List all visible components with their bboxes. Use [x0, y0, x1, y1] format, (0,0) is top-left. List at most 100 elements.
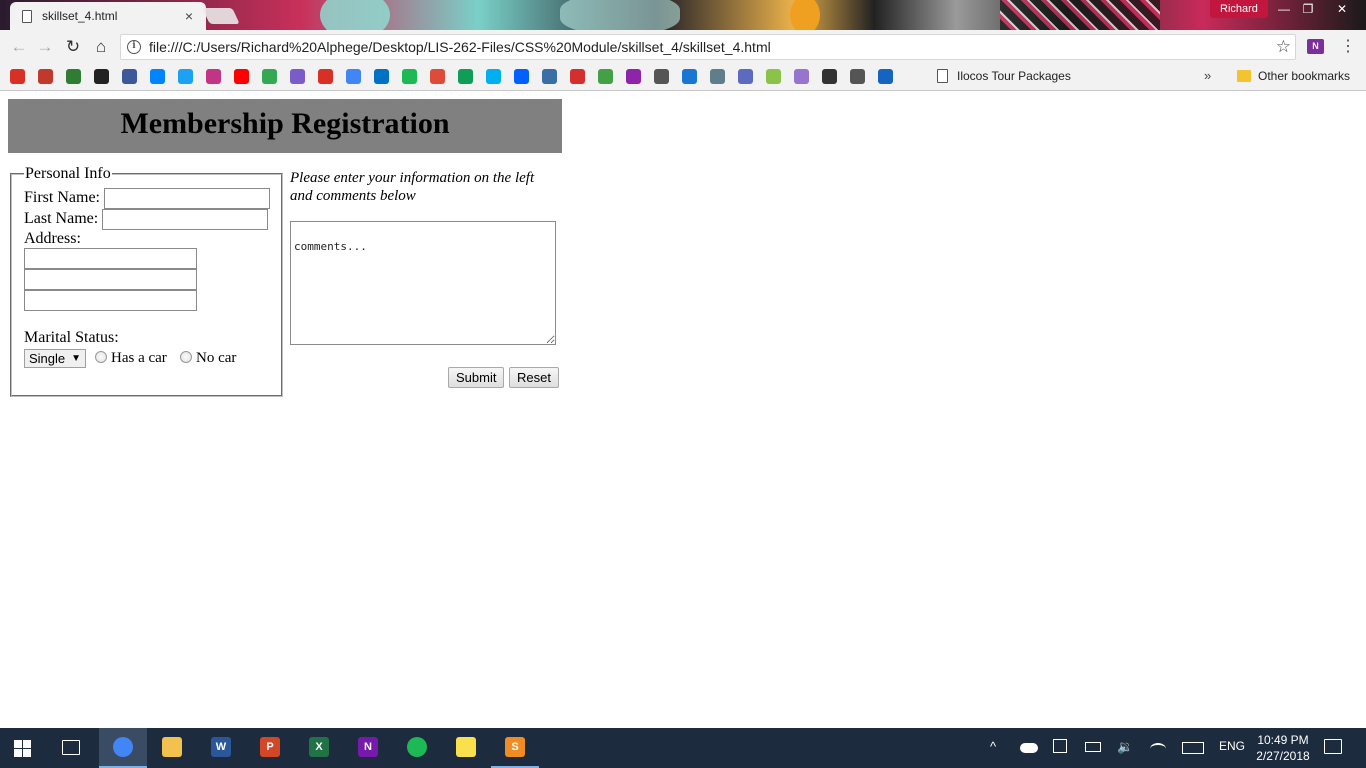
- taskbar-sticky-notes[interactable]: [442, 728, 490, 768]
- address-bar[interactable]: i file:///C:/Users/Richard%20Alphege/Des…: [120, 34, 1296, 60]
- bookmark-23-icon[interactable]: [626, 69, 641, 84]
- skype-icon[interactable]: [486, 69, 501, 84]
- address-line-3-input[interactable]: [24, 290, 197, 311]
- reset-button[interactable]: Reset: [509, 367, 559, 388]
- info-icon[interactable]: i: [127, 40, 141, 54]
- page-icon[interactable]: [654, 69, 669, 84]
- facebook-icon[interactable]: [122, 69, 137, 84]
- first-name-label: First Name:: [24, 189, 100, 206]
- bookmark-11-icon[interactable]: [290, 69, 305, 84]
- wifi-icon[interactable]: [1150, 743, 1166, 755]
- task-view-icon[interactable]: [62, 740, 80, 755]
- language-indicator[interactable]: ENG: [1219, 739, 1245, 753]
- taskbar-chrome[interactable]: [99, 728, 147, 768]
- file-explorer-icon: [162, 737, 182, 757]
- bookmark-2-icon[interactable]: [38, 69, 53, 84]
- forward-button[interactable]: →: [34, 36, 56, 58]
- back-button[interactable]: ←: [8, 36, 30, 58]
- bookmark-31-icon[interactable]: [850, 69, 865, 84]
- marital-status-select[interactable]: Single ▼: [24, 349, 86, 368]
- mail-icon[interactable]: [318, 69, 333, 84]
- address-line-2-input[interactable]: [24, 269, 197, 290]
- new-tab-button[interactable]: [202, 8, 240, 24]
- powerpoint-icon: P: [260, 737, 280, 757]
- twitter-icon[interactable]: [178, 69, 193, 84]
- outlook-icon[interactable]: [374, 69, 389, 84]
- taskbar-file-explorer[interactable]: [148, 728, 196, 768]
- shield-icon[interactable]: [682, 69, 697, 84]
- youtube-icon[interactable]: [234, 69, 249, 84]
- dropbox-icon[interactable]: [514, 69, 529, 84]
- close-window-button[interactable]: ✕: [1326, 0, 1358, 18]
- notifications-icon[interactable]: [1324, 739, 1342, 754]
- google-photos-icon[interactable]: [262, 69, 277, 84]
- tray-chevron-icon[interactable]: ^: [990, 739, 996, 754]
- bookmark-28-icon[interactable]: [766, 69, 781, 84]
- bookmarks-bar: Ilocos Tour Packages » Other bookmarks: [0, 63, 1366, 91]
- address-line-1-input[interactable]: [24, 248, 197, 269]
- instagram-icon[interactable]: [206, 69, 221, 84]
- wallpaper-art: [1000, 0, 1160, 30]
- submit-button[interactable]: Submit: [448, 367, 505, 388]
- bookmark-30-icon[interactable]: [822, 69, 837, 84]
- taskbar-word[interactable]: W: [197, 728, 245, 768]
- keyboard-icon[interactable]: [1182, 742, 1204, 754]
- profile-button[interactable]: Richard: [1210, 0, 1268, 18]
- onedrive-icon[interactable]: [1020, 743, 1038, 753]
- windows-logo-icon: [23, 740, 31, 748]
- taskbar-sublime-text[interactable]: S: [491, 728, 539, 768]
- taskbar-spotify[interactable]: [393, 728, 441, 768]
- onenote-extension-icon[interactable]: N: [1307, 39, 1324, 54]
- browser-tab[interactable]: skillset_4.html ×: [10, 2, 206, 30]
- last-name-label: Last Name:: [24, 210, 99, 227]
- reload-button[interactable]: ↻: [62, 36, 84, 58]
- bookmark-star-icon[interactable]: ☆: [1276, 37, 1291, 57]
- personal-info-legend: Personal Info: [25, 165, 111, 182]
- bookmark-29-icon[interactable]: [794, 69, 809, 84]
- clock[interactable]: 10:49 PM 2/27/2018: [1250, 732, 1316, 764]
- url-text[interactable]: file:///C:/Users/Richard%20Alphege/Deskt…: [149, 39, 1276, 55]
- marital-status-value: Single: [29, 351, 66, 366]
- taskbar-onenote[interactable]: N: [344, 728, 392, 768]
- github-icon[interactable]: [94, 69, 109, 84]
- other-bookmarks[interactable]: Other bookmarks: [1258, 69, 1350, 84]
- bookmark-26-icon[interactable]: [710, 69, 725, 84]
- chrome-icon: [113, 737, 133, 757]
- taskbar-powerpoint[interactable]: P: [246, 728, 294, 768]
- bookmark-22-icon[interactable]: [598, 69, 613, 84]
- tab-close-icon[interactable]: ×: [182, 8, 196, 24]
- chrome-icon[interactable]: [346, 69, 361, 84]
- volume-icon[interactable]: 🔉: [1117, 739, 1133, 755]
- battery-icon[interactable]: [1085, 742, 1101, 752]
- first-name-input[interactable]: [104, 188, 270, 209]
- more-bookmarks-icon[interactable]: »: [1204, 68, 1211, 83]
- page-content: Membership Registration Personal Info Fi…: [0, 91, 1366, 728]
- gmail-icon[interactable]: [10, 69, 25, 84]
- bookmark-ilocos[interactable]: Ilocos Tour Packages: [957, 69, 1071, 84]
- folder-icon: [1237, 70, 1251, 82]
- bookmark-27-icon[interactable]: [738, 69, 753, 84]
- taskbar-excel[interactable]: X: [295, 728, 343, 768]
- bookmark-32-icon[interactable]: [878, 69, 893, 84]
- sublime-text-icon: S: [505, 737, 525, 757]
- windows-logo-icon: [23, 749, 31, 757]
- sheets-icon[interactable]: [458, 69, 473, 84]
- page-title: Membership Registration: [120, 107, 450, 140]
- drive-icon[interactable]: [1053, 739, 1067, 753]
- has-car-radio[interactable]: [95, 351, 107, 363]
- bookmark-3-icon[interactable]: [66, 69, 81, 84]
- start-button[interactable]: [14, 740, 31, 757]
- spotify-icon[interactable]: [402, 69, 417, 84]
- no-car-radio[interactable]: [180, 351, 192, 363]
- clock-date: 2/27/2018: [1256, 749, 1310, 763]
- restore-button[interactable]: ❐: [1294, 0, 1322, 18]
- bookmark-21-icon[interactable]: [570, 69, 585, 84]
- menu-icon[interactable]: ⋮: [1340, 36, 1356, 58]
- home-button[interactable]: ⌂: [90, 36, 112, 58]
- bookmark-20-icon[interactable]: [542, 69, 557, 84]
- messenger-icon[interactable]: [150, 69, 165, 84]
- google-plus-icon[interactable]: [430, 69, 445, 84]
- comments-textarea[interactable]: [290, 221, 556, 345]
- last-name-input[interactable]: [102, 209, 268, 230]
- page-icon: [937, 69, 948, 83]
